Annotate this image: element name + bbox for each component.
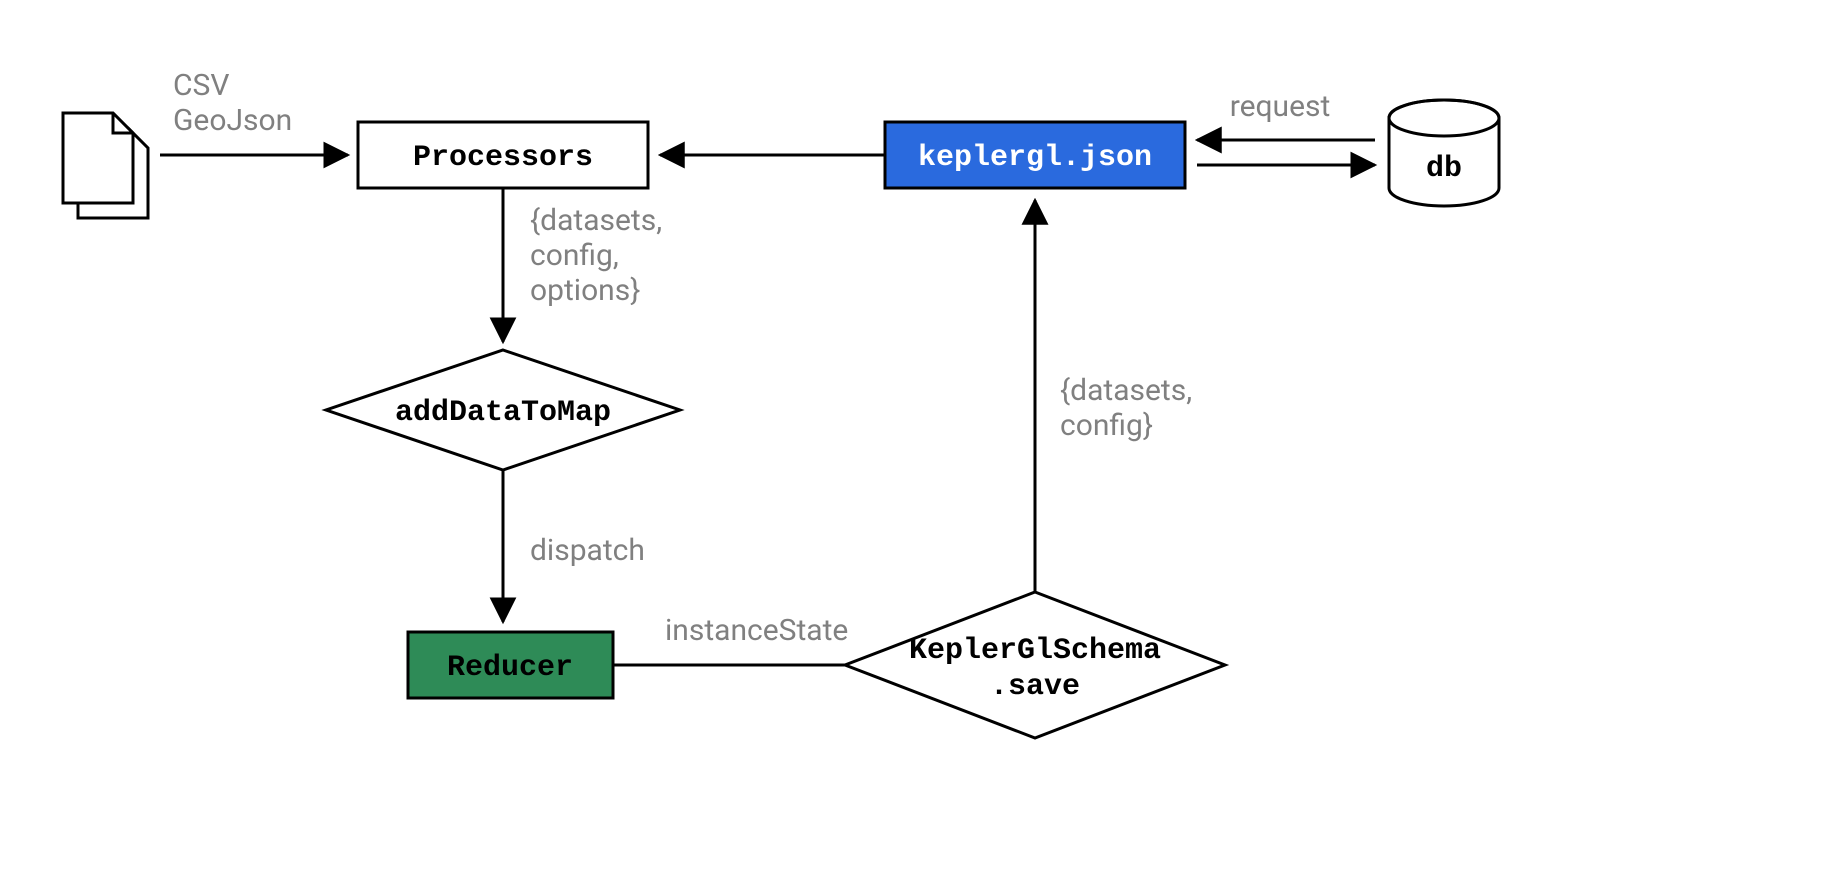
schema-label-l1: KeplerGlSchema	[909, 634, 1161, 668]
keplergl-json-node: keplergl.json	[885, 122, 1185, 188]
reducer-label: Reducer	[447, 651, 573, 685]
reducer-node: Reducer	[408, 632, 613, 698]
edge-label-payload2-l2: config}	[1060, 408, 1153, 443]
db-node: db	[1389, 100, 1499, 206]
keplergl-json-label: keplergl.json	[918, 141, 1152, 175]
edge-label-payload1-l3: options}	[530, 273, 640, 308]
schema-label-l2: .save	[990, 670, 1080, 704]
files-label-csv: CSV	[173, 68, 229, 103]
edge-label-payload1-l2: config,	[530, 238, 619, 273]
adddatatomap-node: addDataToMap	[326, 350, 680, 470]
schema-node: KeplerGlSchema .save	[845, 592, 1225, 738]
edge-label-dispatch: dispatch	[530, 533, 645, 568]
edge-label-payload1-l1: {datasets,	[530, 203, 662, 238]
db-label: db	[1426, 152, 1462, 186]
files-label-geojson: GeoJson	[173, 103, 292, 138]
processors-label: Processors	[413, 141, 593, 175]
edge-label-request: request	[1230, 89, 1331, 124]
adddatatomap-label: addDataToMap	[395, 396, 611, 430]
processors-node: Processors	[358, 122, 648, 188]
edge-label-payload2-l1: {datasets,	[1060, 373, 1192, 408]
flow-diagram: CSV GeoJson Processors keplergl.json db …	[0, 0, 1834, 884]
edge-label-instancestate: instanceState	[665, 613, 848, 648]
files-icon	[63, 113, 148, 218]
